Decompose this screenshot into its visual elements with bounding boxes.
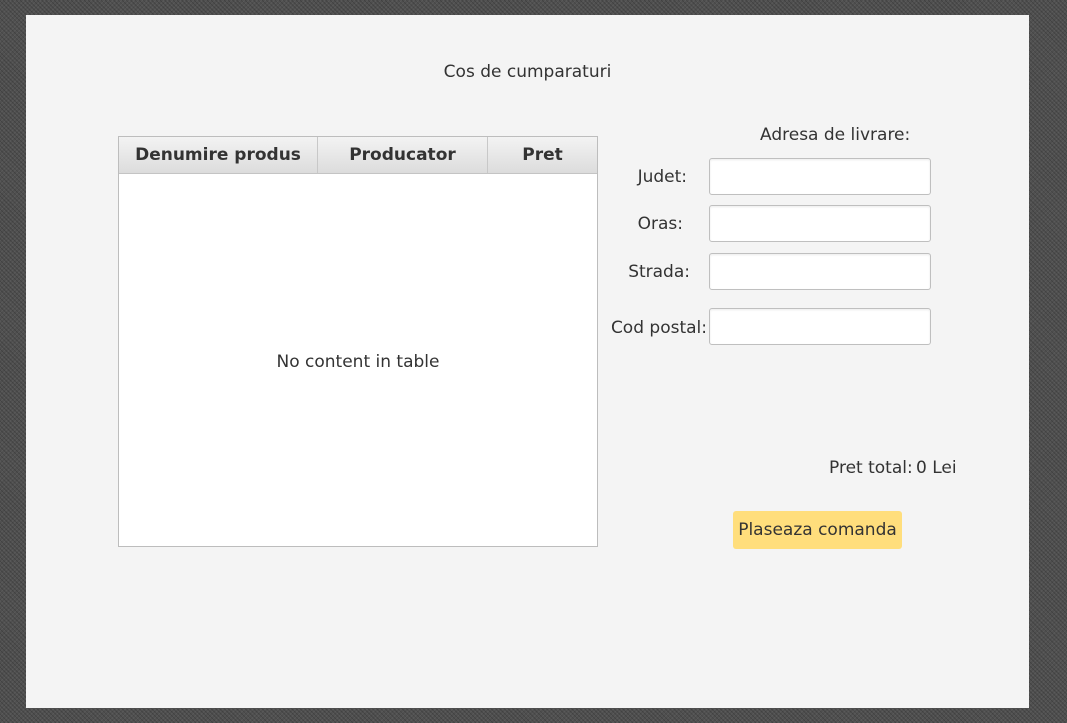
- total-price-value: 0 Lei: [916, 458, 957, 478]
- shopping-cart-window: Cos de cumparaturi Denumire produs Produ…: [26, 15, 1029, 708]
- delivery-address-heading: Adresa de livrare:: [760, 125, 911, 145]
- column-header-producer[interactable]: Producator: [318, 137, 488, 173]
- county-input[interactable]: [709, 158, 931, 195]
- table-header: Denumire produs Producator Pret: [119, 137, 597, 174]
- table-empty-placeholder: No content in table: [276, 352, 440, 372]
- postal-code-input[interactable]: [709, 308, 931, 345]
- city-label: Oras:: [637, 214, 683, 234]
- column-header-product-name[interactable]: Denumire produs: [119, 137, 318, 173]
- column-header-price[interactable]: Pret: [488, 137, 597, 173]
- window-title: Cos de cumparaturi: [443, 62, 612, 82]
- cart-table[interactable]: Denumire produs Producator Pret No conte…: [118, 136, 598, 547]
- total-price-label: Pret total:: [829, 458, 913, 478]
- city-input[interactable]: [709, 205, 931, 242]
- postal-code-label: Cod postal:: [610, 318, 707, 338]
- street-input[interactable]: [709, 253, 931, 290]
- place-order-button[interactable]: Plaseaza comanda: [733, 511, 902, 549]
- street-label: Strada:: [628, 262, 690, 282]
- county-label: Judet:: [637, 167, 687, 187]
